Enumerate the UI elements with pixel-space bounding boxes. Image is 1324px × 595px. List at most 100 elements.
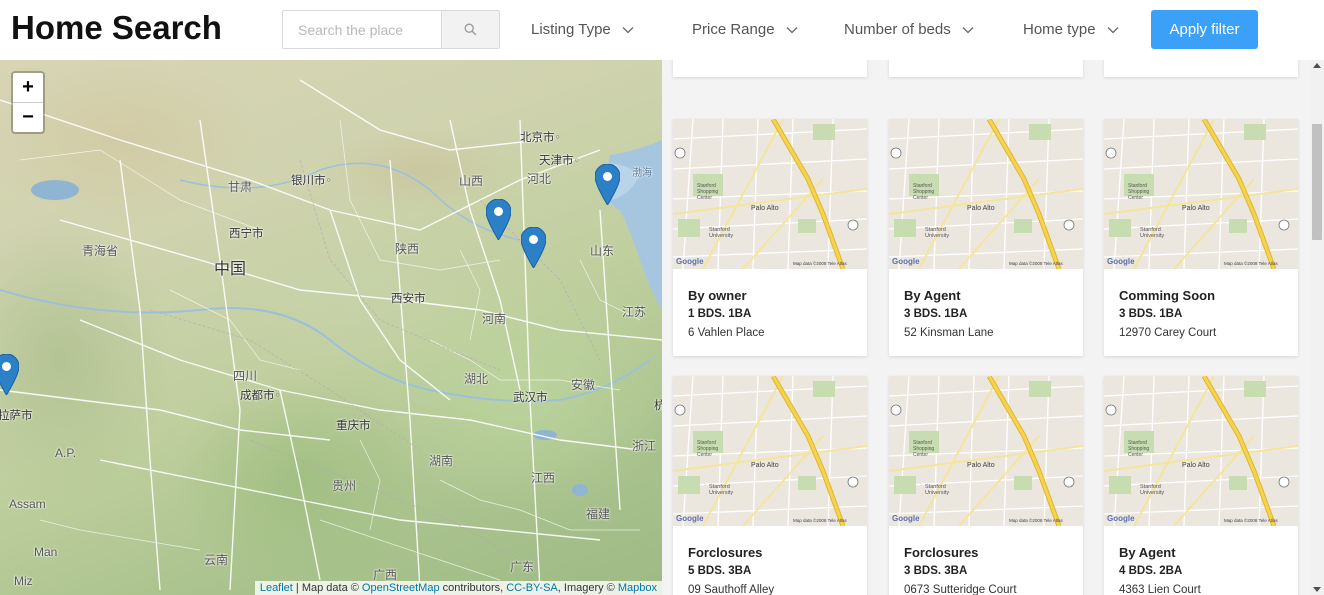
map-label-chengdu: 成都市 [240, 387, 280, 403]
map-label-fujian: 福建 [586, 507, 611, 521]
map-label-gansu: 甘肃 [228, 180, 253, 194]
zoom-out-button[interactable]: − [13, 103, 43, 132]
mapbox-link[interactable]: Mapbox [618, 582, 657, 594]
thumbnail-place-label: Palo Alto [751, 205, 779, 212]
app-title: Home Search [11, 9, 222, 46]
listing-image[interactable]: Palo Alto Stanford University Stanford S… [673, 376, 867, 526]
license-link[interactable]: CC-BY-SA [506, 582, 558, 594]
zoom-in-button[interactable]: + [13, 73, 43, 103]
map-label-beijing: 北京市 [520, 129, 560, 145]
listing-card[interactable]: Palo Alto Stanford University Stanford S… [673, 119, 867, 356]
search-icon [464, 23, 477, 36]
map-label-hang: 杭 [654, 400, 662, 412]
thumbnail-credit: Map data ©2008 Tele Atlas [793, 261, 847, 266]
thumbnail-school-label: Stanford University [1140, 227, 1165, 239]
thumbnail-mall-label: Stanford Shopping Center [697, 440, 719, 458]
scroll-down-arrow[interactable] [1313, 587, 1321, 592]
attribution-text: contributors, [439, 582, 507, 594]
thumbnail-brand-logo: Google [676, 257, 704, 266]
thumbnail-credit: Map data ©2008 Tele Atlas [1224, 261, 1278, 266]
listing-address: 4363 Lien Court [1119, 584, 1201, 595]
listing-card[interactable]: Palo Alto Stanford University Stanford S… [889, 119, 1083, 356]
scroll-up-arrow[interactable] [1313, 63, 1321, 68]
leaflet-link[interactable]: Leaflet [260, 582, 293, 594]
listing-card[interactable]: Palo Alto Stanford University Stanford S… [1104, 376, 1298, 595]
map-label-anhui: 安徽 [571, 378, 596, 392]
listing-image[interactable]: Palo Alto Stanford University Stanford S… [1104, 119, 1298, 269]
thumbnail-place-label: Palo Alto [967, 462, 995, 469]
map-label-bohai: 渤海 [632, 168, 652, 179]
osm-link[interactable]: OpenStreetMap [362, 582, 440, 594]
listing-card[interactable]: Palo Alto Stanford University Stanford S… [673, 376, 867, 595]
chevron-down-icon [1107, 27, 1119, 34]
attribution-text: | Map data © [292, 582, 362, 594]
attribution-text: , Imagery © [557, 582, 618, 594]
thumbnail-brand-logo: Google [1107, 257, 1135, 266]
number-of-beds-label: Number of beds [844, 21, 951, 38]
map[interactable]: + − 北京市 天津市 河北 渤海 山西 山东 陕西 河南 江苏 甘肃 银川市 … [0, 60, 662, 595]
listing-beds-baths: 1 BDS. 1BA [688, 308, 752, 320]
search-input[interactable] [282, 10, 442, 49]
thumbnail-school-label: Stanford University [925, 227, 950, 239]
listing-beds-baths: 3 BDS. 3BA [904, 565, 968, 577]
listing-image[interactable]: Palo Alto Stanford University Stanford S… [1104, 376, 1298, 526]
listing-card[interactable]: Palo Alto Stanford University Stanford S… [889, 376, 1083, 595]
map-label-yinchuan: 银川市 [291, 172, 331, 188]
number-of-beds-dropdown[interactable]: Number of beds [844, 20, 974, 40]
listing-grid: Palo Alto Stanford University Stanford S… [662, 60, 1310, 595]
map-label-yunnan: 云南 [204, 553, 229, 567]
chevron-down-icon [786, 27, 798, 34]
listing-type-label: Listing Type [531, 21, 611, 38]
listing-card[interactable]: Palo Alto Stanford University Stanford S… [1104, 119, 1298, 356]
apply-filter-button[interactable]: Apply filter [1151, 10, 1258, 49]
map-label-guizhou: 贵州 [332, 479, 357, 493]
listing-beds-baths: 5 BDS. 3BA [688, 565, 752, 577]
map-label-lhasa: 拉萨市 [0, 410, 33, 422]
listing-address: 09 Sauthoff Alley [688, 584, 775, 595]
listing-status: By owner [688, 288, 747, 303]
listing-card[interactable]: Palo Alto Stanford University Stanford S… [1104, 60, 1298, 77]
thumbnail-school-label: Stanford University [709, 227, 734, 239]
thumbnail-place-label: Palo Alto [967, 205, 995, 212]
map-label-assam: Assam [9, 497, 46, 511]
map-label-guangdong: 广东 [510, 560, 535, 574]
thumbnail-school-label: Stanford University [1140, 484, 1165, 496]
listing-beds-baths: 3 BDS. 1BA [904, 308, 968, 320]
chevron-down-icon [622, 27, 634, 34]
map-label-jiangxi: 江西 [531, 471, 556, 485]
home-type-dropdown[interactable]: Home type [1023, 20, 1119, 40]
map-marker[interactable] [521, 227, 546, 268]
listing-card[interactable]: Palo Alto Stanford University Stanford S… [673, 60, 867, 77]
thumbnail-brand-logo: Google [676, 514, 704, 523]
map-label-sichuan: 四川 [233, 369, 258, 383]
listing-status: Forclosures [688, 545, 763, 560]
map-marker[interactable] [595, 164, 620, 205]
listing-image[interactable]: Palo Alto Stanford University Stanford S… [889, 376, 1083, 526]
listing-address: 52 Kinsman Lane [904, 327, 994, 339]
map-roads [0, 79, 662, 591]
listing-address: 6 Vahlen Place [688, 327, 765, 339]
map-marker[interactable] [486, 199, 511, 240]
thumbnail-credit: Map data ©2008 Tele Atlas [1009, 261, 1063, 266]
map-label-zhejiang: 浙江 [632, 439, 657, 453]
search-button[interactable] [441, 10, 500, 49]
listing-image[interactable]: Palo Alto Stanford University Stanford S… [889, 119, 1083, 269]
thumbnail-mall-label: Stanford Shopping Center [1128, 183, 1150, 201]
map-label-henan: 河南 [482, 312, 507, 326]
price-range-dropdown[interactable]: Price Range [692, 20, 798, 40]
thumbnail-brand-logo: Google [892, 257, 920, 266]
listing-image[interactable]: Palo Alto Stanford University Stanford S… [673, 119, 867, 269]
scrollbar[interactable] [1310, 60, 1324, 595]
map-label-xining: 西宁市 [229, 228, 264, 240]
listing-status: Comming Soon [1119, 288, 1216, 303]
scrollbar-thumb[interactable] [1312, 124, 1322, 240]
listing-status: Forclosures [904, 545, 979, 560]
map-label-ap: A.P. [55, 446, 77, 460]
map-label-china: 中国 [214, 261, 247, 278]
map-marker[interactable] [0, 354, 19, 395]
listing-status: By Agent [1119, 545, 1176, 560]
listing-type-dropdown[interactable]: Listing Type [531, 20, 634, 40]
listing-card[interactable]: Palo Alto Stanford University Stanford S… [889, 60, 1083, 77]
thumbnail-mall-label: Stanford Shopping Center [913, 183, 935, 201]
thumbnail-credit: Map data ©2008 Tele Atlas [793, 518, 847, 523]
